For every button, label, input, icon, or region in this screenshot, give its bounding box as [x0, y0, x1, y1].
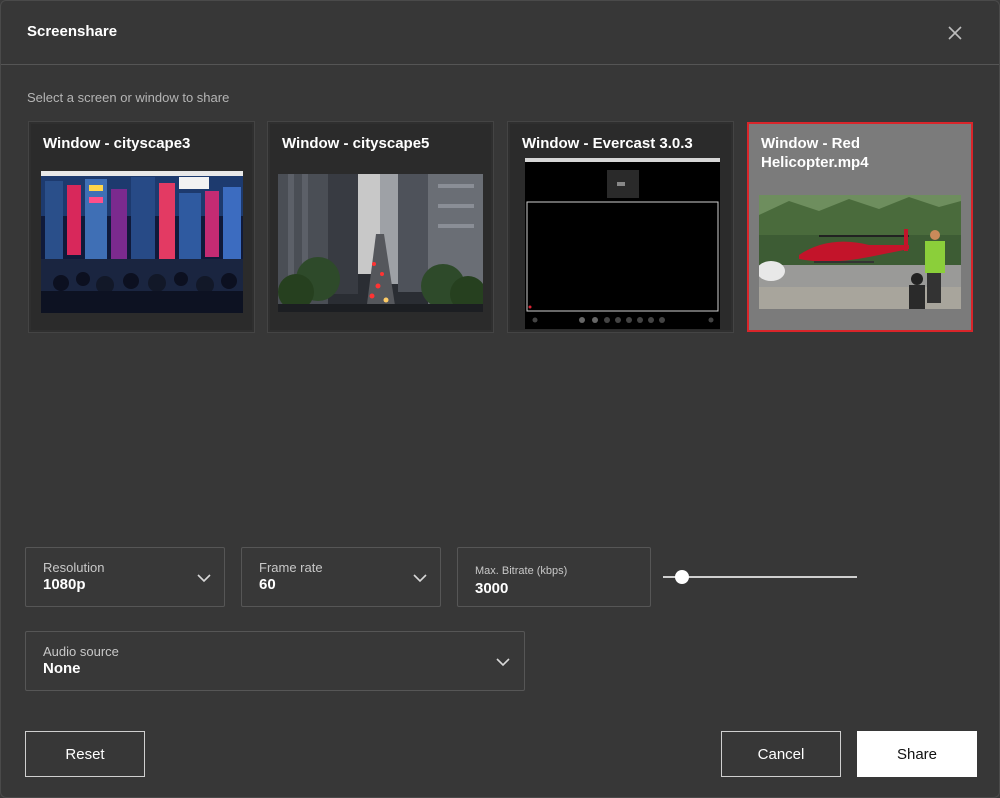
- source-thumbnail: [759, 195, 961, 309]
- frame-rate-value: 60: [259, 576, 276, 593]
- source-tile-cityscape5[interactable]: Window - cityscape5: [267, 121, 494, 333]
- chevron-down-icon: [496, 658, 510, 667]
- share-button[interactable]: Share: [857, 731, 977, 777]
- source-tile-evercast[interactable]: Window - Evercast 3.0.3: [507, 121, 734, 333]
- source-tile-label: Window - cityscape3: [43, 135, 191, 152]
- dialog-title: Screenshare: [27, 23, 118, 40]
- source-tile-label: Window - cityscape5: [282, 135, 430, 152]
- audio-source-value: None: [43, 660, 81, 677]
- resolution-select[interactable]: Resolution 1080p: [25, 547, 225, 607]
- cancel-button[interactable]: Cancel: [721, 731, 841, 777]
- resolution-value: 1080p: [43, 576, 86, 593]
- source-tile-cityscape3[interactable]: Window - cityscape3: [28, 121, 255, 333]
- close-icon: [948, 26, 962, 40]
- slider-track: [663, 576, 857, 578]
- source-thumbnail: [525, 158, 720, 329]
- reset-button[interactable]: Reset: [25, 731, 145, 777]
- chevron-down-icon: [413, 574, 427, 583]
- source-tile-label: Window - Red Helicopter.mp4: [761, 135, 869, 171]
- select-source-prompt: Select a screen or window to share: [27, 90, 230, 105]
- slider-thumb[interactable]: [675, 570, 690, 584]
- source-tile-red-helicopter[interactable]: Window - Red Helicopter.mp4: [747, 122, 973, 332]
- dialog-titlebar: Screenshare: [1, 1, 999, 65]
- frame-rate-select[interactable]: Frame rate 60: [241, 547, 441, 607]
- resolution-label: Resolution: [43, 560, 105, 575]
- source-thumbnail: [41, 171, 243, 313]
- chevron-down-icon: [197, 574, 211, 583]
- source-tile-label: Window - Evercast 3.0.3: [522, 135, 693, 152]
- bitrate-slider[interactable]: [663, 567, 857, 587]
- audio-source-select[interactable]: Audio source None: [25, 631, 525, 691]
- source-thumbnail: [278, 174, 483, 312]
- bitrate-value: 3000: [475, 580, 509, 597]
- screenshare-dialog: Screenshare Select a screen or window to…: [0, 0, 1000, 798]
- bitrate-label: Max. Bitrate (kbps): [475, 565, 568, 577]
- frame-rate-label: Frame rate: [259, 560, 323, 575]
- close-button[interactable]: [941, 19, 969, 47]
- bitrate-input[interactable]: Max. Bitrate (kbps) 3000: [457, 547, 651, 607]
- audio-source-label: Audio source: [43, 644, 119, 659]
